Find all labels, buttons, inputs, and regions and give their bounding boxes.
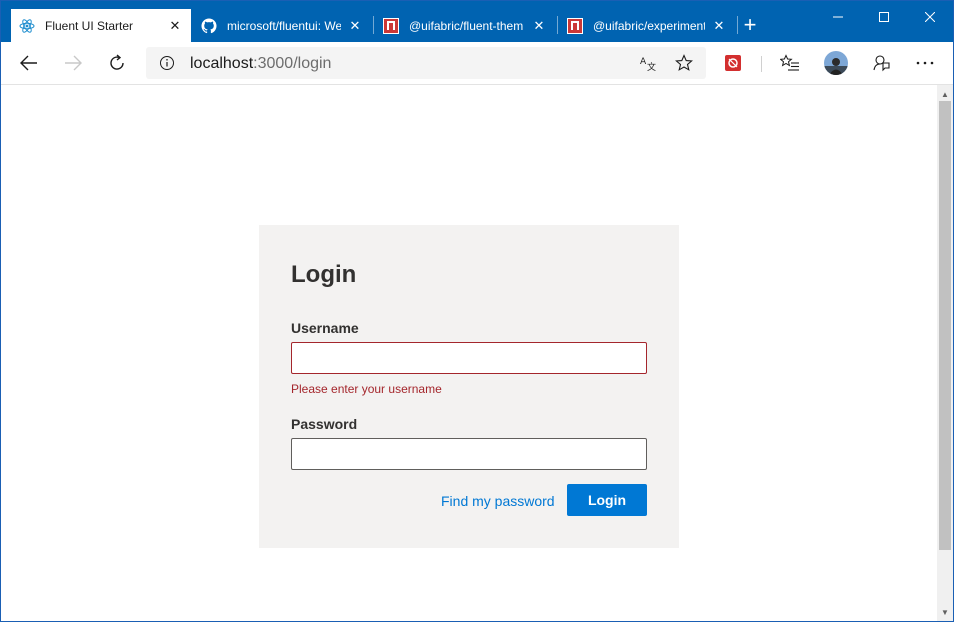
tab-title: microsoft/fluentui: We [227, 18, 341, 33]
translate-icon[interactable]: A文 [632, 48, 664, 78]
tab-fluent-ui-starter[interactable]: Fluent UI Starter ✕ [11, 9, 191, 42]
back-button[interactable] [13, 48, 45, 78]
refresh-icon [110, 54, 124, 70]
scroll-up-arrow-icon[interactable]: ▲ [937, 87, 953, 101]
tab-title: @uifabric/experiment [593, 18, 705, 33]
new-tab-button[interactable]: + [739, 14, 761, 37]
username-label: Username [291, 320, 359, 336]
close-window-button[interactable] [907, 1, 953, 33]
favorites-icon[interactable] [774, 48, 806, 78]
scroll-down-arrow-icon[interactable]: ▼ [937, 605, 953, 619]
tab-divider [737, 16, 738, 34]
svg-text:文: 文 [647, 61, 656, 72]
address-bar[interactable]: localhost:3000/login A文 [146, 47, 706, 79]
favorite-star-icon[interactable] [668, 48, 700, 78]
npm-icon [383, 17, 399, 34]
browser-window: Fluent UI Starter ✕ microsoft/fluentui: … [0, 0, 954, 622]
info-icon[interactable] [158, 54, 176, 72]
close-icon[interactable]: ✕ [711, 18, 727, 34]
tab-divider [557, 16, 558, 34]
close-icon[interactable]: ✕ [347, 18, 363, 34]
browser-toolbar: localhost:3000/login A文 [1, 42, 953, 85]
github-icon [201, 17, 217, 34]
tab-github[interactable]: microsoft/fluentui: We ✕ [193, 9, 371, 42]
address-url[interactable]: localhost:3000/login [190, 55, 331, 73]
login-title: Login [291, 261, 357, 288]
refresh-button[interactable] [101, 48, 133, 78]
profile-avatar[interactable] [820, 48, 852, 78]
scrollbar-thumb[interactable] [939, 101, 951, 550]
svg-text:A: A [640, 57, 647, 67]
maximize-button[interactable] [861, 1, 907, 33]
page-content: Login Username Please enter your usernam… [1, 85, 937, 621]
tab-npm-fluent-theme[interactable]: @uifabric/fluent-them ✕ [375, 9, 555, 42]
password-label: Password [291, 416, 358, 432]
react-icon [19, 18, 35, 34]
forward-button[interactable] [57, 48, 89, 78]
tab-divider [373, 16, 374, 34]
username-input[interactable] [291, 342, 647, 374]
toolbar-divider [761, 56, 762, 72]
find-password-link[interactable]: Find my password [441, 493, 555, 509]
close-icon[interactable]: ✕ [167, 18, 183, 34]
extension-icon[interactable] [717, 48, 749, 78]
login-card: Login Username Please enter your usernam… [259, 225, 679, 548]
tab-npm-experiments[interactable]: @uifabric/experiment ✕ [559, 9, 735, 42]
password-input[interactable] [291, 438, 647, 470]
close-icon[interactable]: ✕ [531, 18, 547, 34]
feedback-icon[interactable] [865, 48, 897, 78]
tab-title: Fluent UI Starter [45, 18, 134, 33]
forward-arrow-icon [65, 55, 82, 71]
address-path: :3000/login [253, 55, 332, 72]
back-arrow-icon [20, 55, 37, 71]
vertical-scrollbar[interactable]: ▲ ▼ [937, 85, 953, 621]
npm-icon [567, 17, 583, 34]
tab-strip: Fluent UI Starter ✕ microsoft/fluentui: … [1, 1, 953, 42]
minimize-button[interactable] [815, 1, 861, 33]
tab-title: @uifabric/fluent-them [409, 18, 524, 33]
username-error-message: Please enter your username [291, 382, 442, 396]
address-host: localhost [190, 55, 254, 72]
login-button[interactable]: Login [567, 484, 647, 516]
more-menu-icon[interactable] [909, 48, 941, 78]
